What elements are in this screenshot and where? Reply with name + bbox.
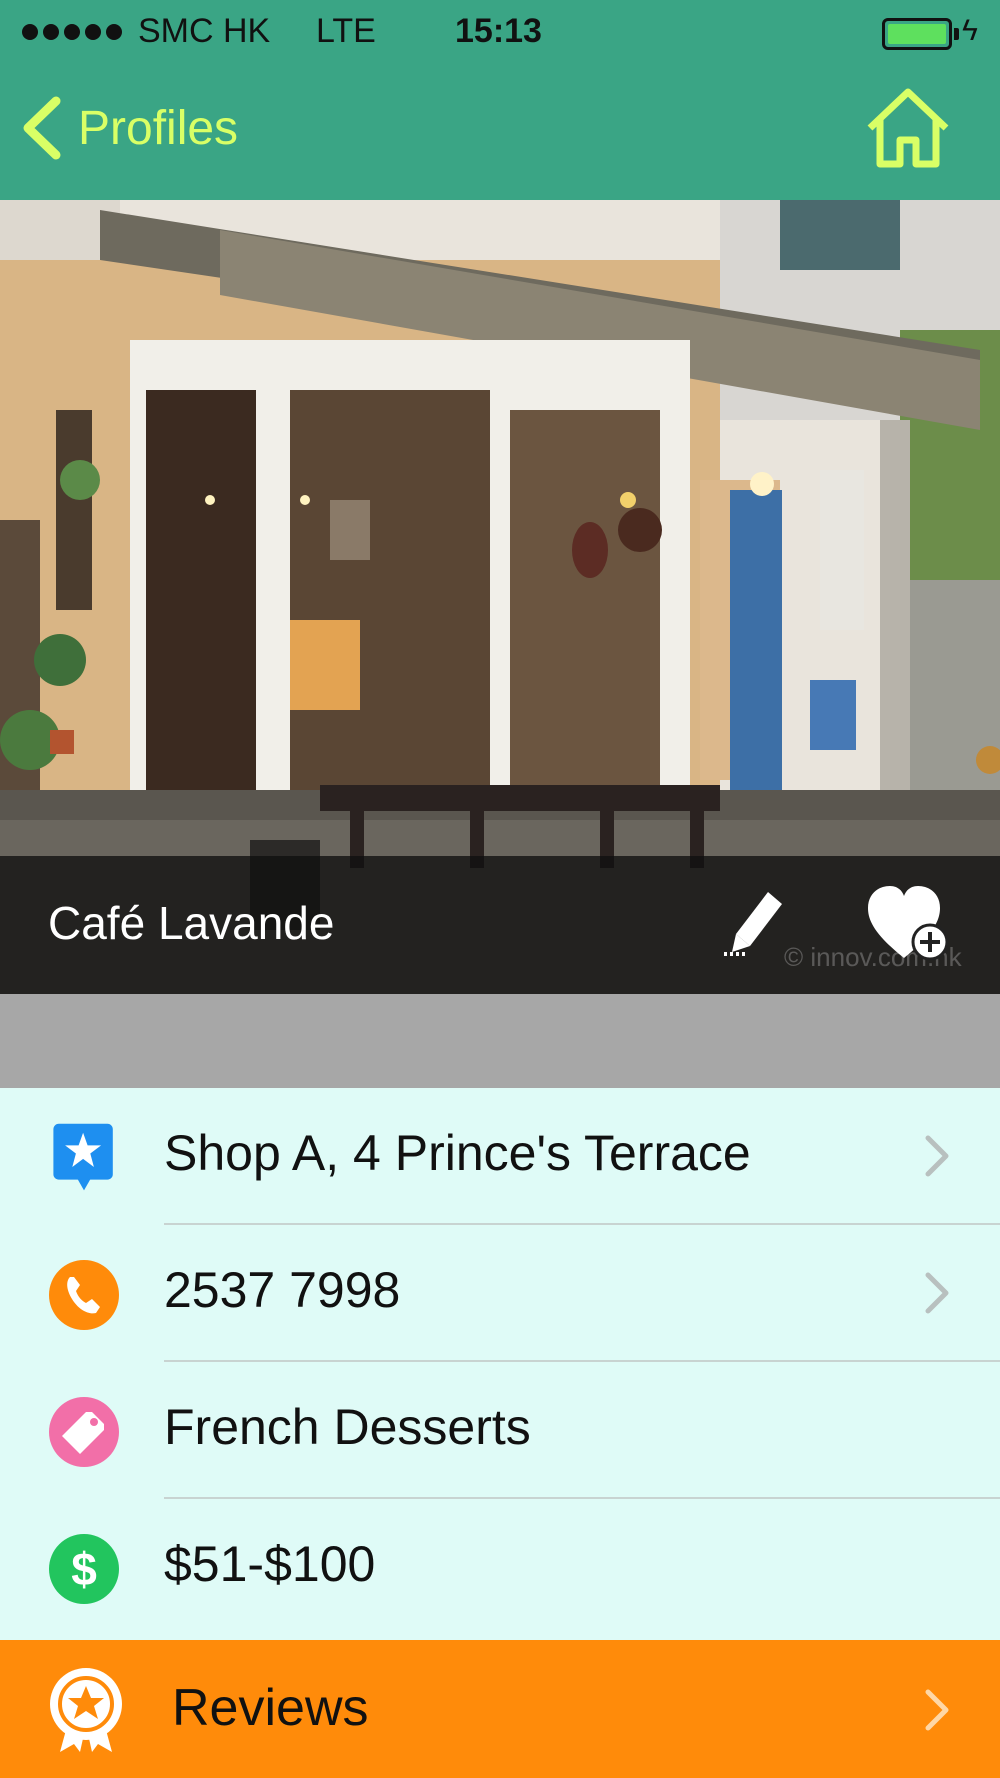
dollar-icon: $ [49, 1534, 119, 1604]
divider-band [0, 994, 1000, 1088]
battery-icon [882, 18, 952, 50]
cafe-caption-bar: Café Lavande © innov.com.hk [0, 856, 1000, 994]
address-text: Shop A, 4 Prince's Terrace [164, 1125, 751, 1181]
cafe-photo: Café Lavande © innov.com.hk [0, 200, 1000, 994]
carrier-name: SMC HK [138, 12, 271, 50]
price-row: $ $51-$100 [0, 1499, 1000, 1636]
details-list: Shop A, 4 Prince's Terrace 2537 7998 Fre… [0, 1088, 1000, 1636]
edit-button[interactable] [720, 886, 790, 962]
chevron-right-icon [925, 1135, 949, 1177]
back-button[interactable]: Profiles [20, 88, 238, 168]
back-button-label: Profiles [78, 101, 239, 155]
svg-text:$: $ [71, 1543, 97, 1595]
status-time: 15:13 [455, 12, 542, 50]
chevron-left-icon [23, 96, 61, 160]
heart-plus-icon [868, 886, 949, 961]
tag-icon [49, 1397, 119, 1467]
cafe-name: Café Lavande [48, 897, 335, 949]
network-type: LTE [316, 12, 376, 50]
price-range-text: $51-$100 [164, 1536, 376, 1592]
reviews-label: Reviews [172, 1679, 369, 1737]
status-bar: SMC HK LTE 15:13 ϟ [0, 0, 1000, 62]
pencil-icon [724, 892, 782, 956]
category-text: French Desserts [164, 1399, 531, 1455]
charging-icon: ϟ [962, 14, 978, 47]
reviews-button[interactable]: Reviews [0, 1640, 1000, 1778]
category-row: French Desserts [0, 1362, 1000, 1499]
add-favorite-button[interactable] [864, 878, 954, 968]
battery-tip [954, 28, 959, 40]
home-icon [867, 88, 949, 168]
phone-row[interactable]: 2537 7998 [0, 1225, 1000, 1362]
signal-strength-icon [22, 24, 122, 40]
home-button[interactable] [864, 86, 952, 170]
chevron-right-icon [925, 1272, 949, 1314]
navigation-bar: SMC HK LTE 15:13 ϟ Profiles [0, 0, 1000, 200]
map-pin-star-icon [53, 1123, 113, 1191]
address-row[interactable]: Shop A, 4 Prince's Terrace [0, 1088, 1000, 1225]
phone-icon [49, 1260, 119, 1330]
chevron-right-icon [925, 1689, 949, 1731]
phone-text: 2537 7998 [164, 1262, 401, 1318]
award-badge-icon [50, 1668, 122, 1752]
